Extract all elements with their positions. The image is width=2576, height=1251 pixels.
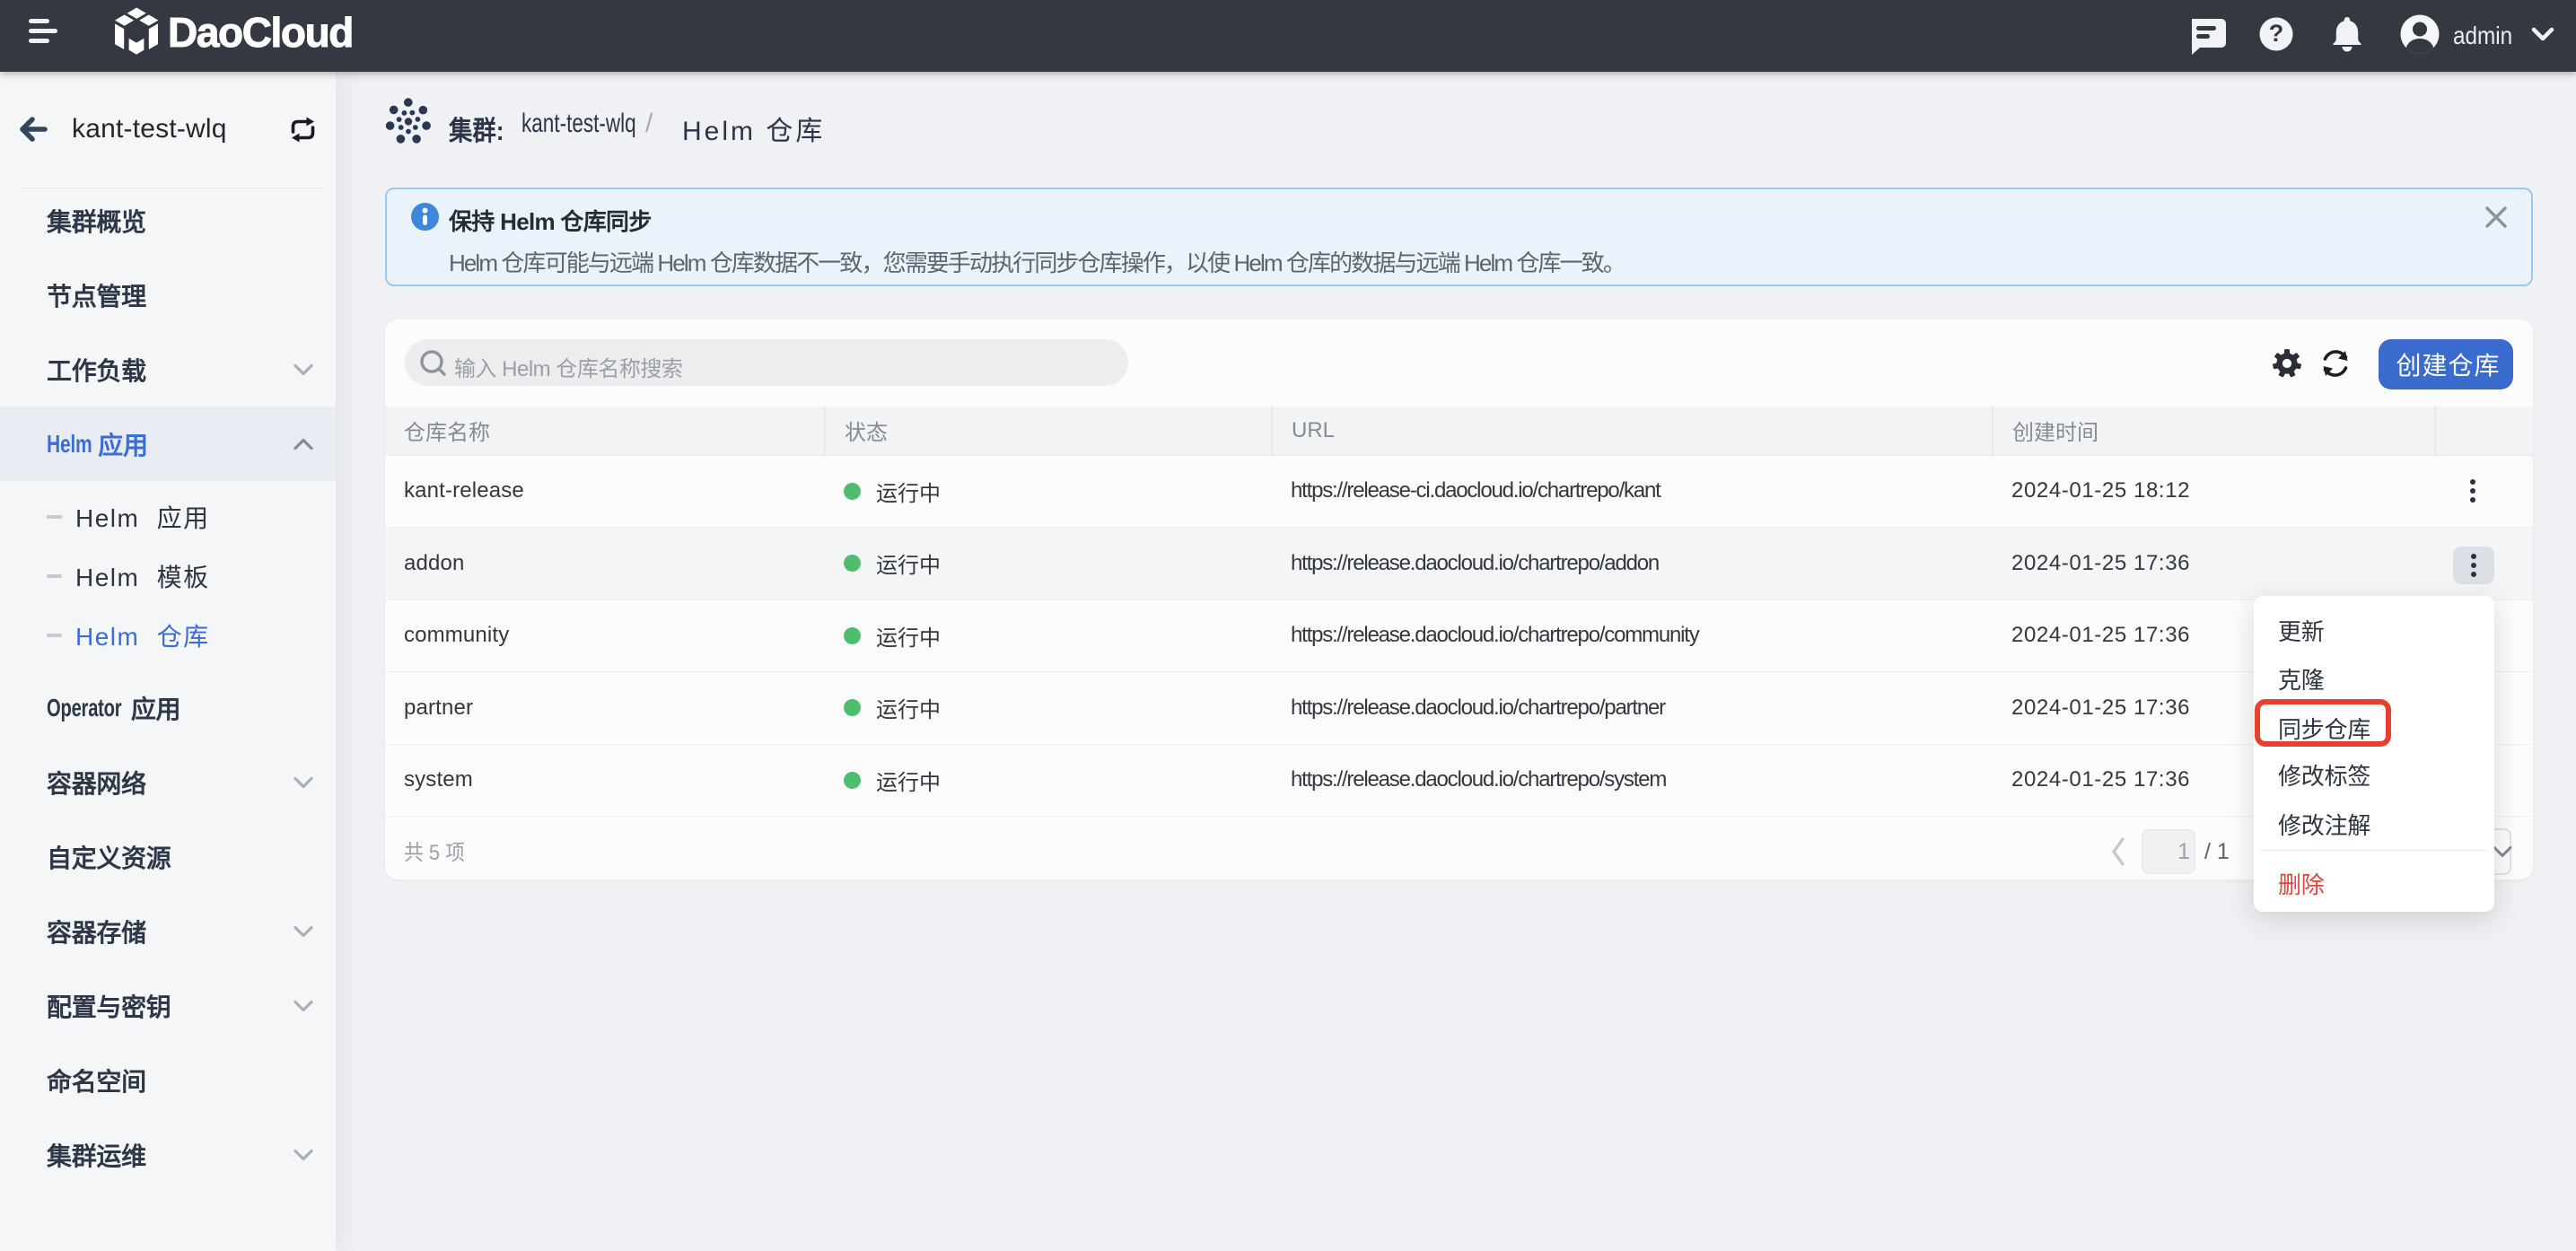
svg-text:?: ?: [2269, 20, 2284, 47]
